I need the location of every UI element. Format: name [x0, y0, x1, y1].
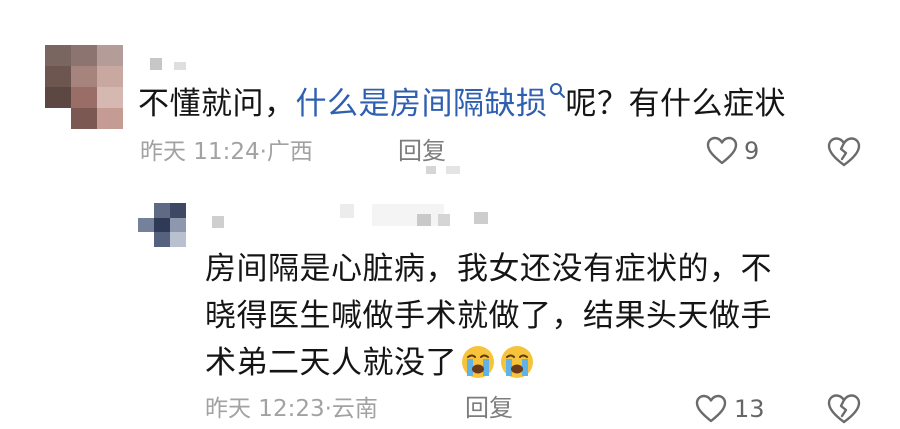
search-link[interactable]: 什么是房间隔缺损 — [295, 83, 566, 122]
like-count: 13 — [734, 395, 765, 423]
like-button[interactable]: 13 — [694, 394, 765, 424]
comment-location: 广西 — [266, 139, 313, 165]
dislike-heart-icon — [827, 394, 861, 424]
search-icon — [549, 83, 565, 98]
heart-icon — [706, 136, 738, 165]
comment-text-part: 不懂就问， — [138, 86, 296, 122]
heart-icon — [695, 394, 727, 423]
comment-text-line: 房间隔是心脏病，我女还没有症状的，不 — [205, 251, 772, 287]
reply-button[interactable]: 回复 — [465, 393, 513, 423]
comment-time: 昨天 11:24 — [140, 139, 260, 165]
like-button[interactable]: 9 — [706, 136, 759, 166]
comment-meta: 昨天 11:24·广西 — [140, 139, 313, 165]
comment-text-part: 呢？有什么症状 — [565, 86, 786, 122]
comment-time: 昨天 12:23 — [205, 396, 325, 422]
dislike-heart-icon — [827, 137, 861, 167]
comment-text-part: 术弟二天人就没了 — [205, 345, 457, 381]
reply-label: 回复 — [465, 394, 513, 422]
reply-label: 回复 — [398, 137, 446, 165]
avatar[interactable] — [138, 203, 186, 247]
crying-face-emoji — [501, 346, 533, 378]
comment-meta: 昨天 12:23·云南 — [205, 396, 378, 422]
username-blurred[interactable] — [150, 50, 196, 72]
comment-text-line: 术弟二天人就没了 — [205, 344, 535, 383]
dislike-button[interactable] — [826, 393, 862, 429]
like-count: 9 — [744, 137, 760, 165]
comment-text-line: 晓得医生喊做手术就做了，结果头天做手 — [205, 298, 772, 334]
comment-text: 不懂就问，什么是房间隔缺损 呢？有什么症状 — [138, 82, 786, 124]
crying-face-emoji — [462, 346, 494, 378]
avatar[interactable] — [45, 45, 123, 129]
search-link-label: 什么是房间隔缺损 — [295, 86, 548, 122]
username-blurred[interactable] — [212, 204, 532, 230]
comment-location: 云南 — [331, 396, 378, 422]
blur-patch — [398, 162, 468, 176]
dislike-button[interactable] — [826, 136, 862, 172]
